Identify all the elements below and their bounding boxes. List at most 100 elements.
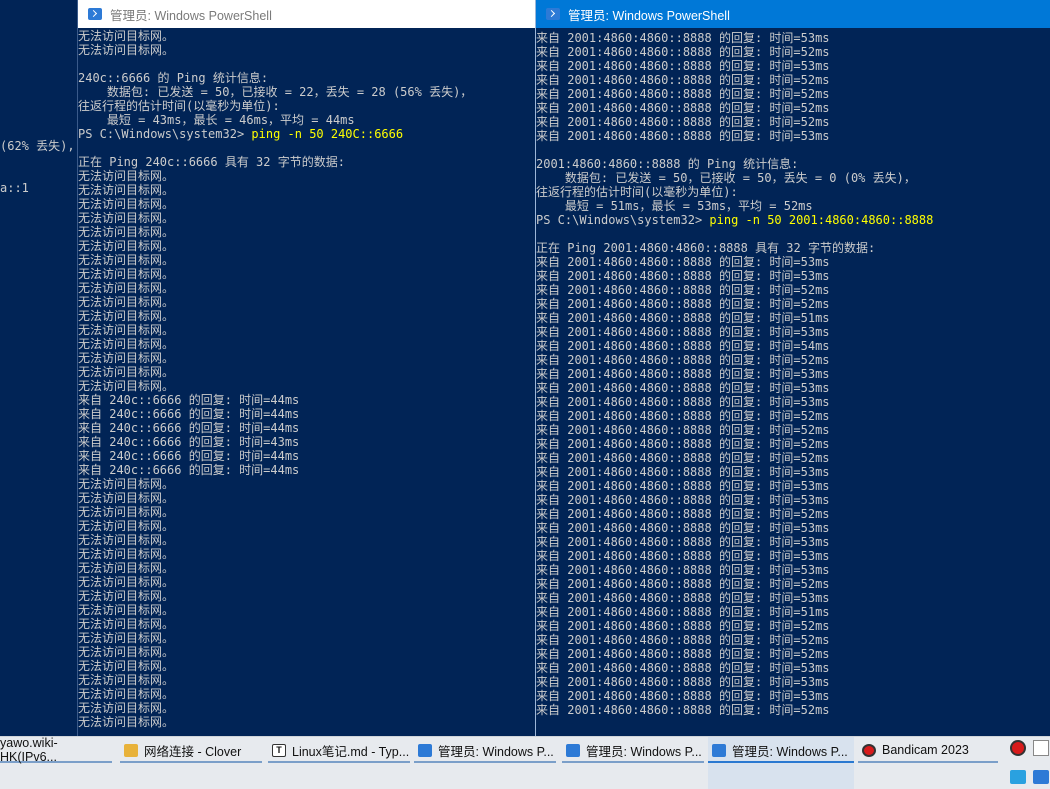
console-line: (62% 丢失), [0,139,75,153]
console-line-text: 来自 2001:4860:4860::8888 的回复: 时间=52ms [536,87,830,101]
record-tray-icon[interactable] [1010,740,1026,756]
window-titlebar[interactable]: 管理员: Windows PowerShell [78,0,536,28]
console-line: 无法访问目标网。 [78,169,536,183]
console-line: 来自 2001:4860:4860::8888 的回复: 时间=53ms [536,129,1050,143]
console-line-text: 往返行程的估计时间(以毫秒为单位): [78,99,280,113]
console-line-text: 最短 = 51ms，最长 = 53ms，平均 = 52ms [536,199,813,213]
console-line: 无法访问目标网。 [78,29,536,43]
console-line: 来自 2001:4860:4860::8888 的回复: 时间=53ms [536,689,1050,703]
console-line: 来自 2001:4860:4860::8888 的回复: 时间=53ms [536,59,1050,73]
console-line-text: 来自 2001:4860:4860::8888 的回复: 时间=53ms [536,59,830,73]
console-line-text: 无法访问目标网。 [78,547,175,561]
console-line-text: 来自 2001:4860:4860::8888 的回复: 时间=52ms [536,423,830,437]
console-line: 无法访问目标网。 [78,211,536,225]
taskbar-item-powershell-2[interactable]: 管理员: Windows P... [562,737,704,789]
console-line-text: 来自 2001:4860:4860::8888 的回复: 时间=53ms [536,549,830,563]
console-line-text: 无法访问目标网。 [78,645,175,659]
taskbar-item-powershell-3[interactable]: 管理员: Windows P... [708,737,854,789]
console-line: 无法访问目标网。 [78,43,536,57]
taskbar-item-powershell-1[interactable]: 管理员: Windows P... [414,737,556,789]
console-line-text: 来自 2001:4860:4860::8888 的回复: 时间=52ms [536,73,830,87]
taskbar-item-label: Bandicam 2023 [882,743,969,757]
console-line-text: 无法访问目标网。 [78,351,175,365]
console-line-text: 无法访问目标网。 [78,169,175,183]
console-line: 来自 2001:4860:4860::8888 的回复: 时间=52ms [536,409,1050,423]
console-line: 来自 2001:4860:4860::8888 的回复: 时间=53ms [536,255,1050,269]
console-line: 无法访问目标网。 [78,701,536,715]
console-line: 来自 2001:4860:4860::8888 的回复: 时间=53ms [536,591,1050,605]
console-line: 往返行程的估计时间(以毫秒为单位): [536,185,1050,199]
powershell-window-right[interactable]: 管理员: Windows PowerShell 来自 2001:4860:486… [535,0,1050,736]
console-line-text: 来自 240c::6666 的回复: 时间=44ms [78,463,300,477]
taskbar-item-browser[interactable]: yawo.wiki-HK(IPv6... [0,736,112,789]
console-line: 无法访问目标网。 [78,225,536,239]
console-line: 无法访问目标网。 [78,197,536,211]
console-line: 来自 2001:4860:4860::8888 的回复: 时间=52ms [536,437,1050,451]
console-line-text: 无法访问目标网。 [78,225,175,239]
console-line-text: 来自 2001:4860:4860::8888 的回复: 时间=53ms [536,31,830,45]
console-line-text: 无法访问目标网。 [78,659,175,673]
console-line-text: 来自 2001:4860:4860::8888 的回复: 时间=52ms [536,45,830,59]
console-line-text: 来自 2001:4860:4860::8888 的回复: 时间=53ms [536,129,830,143]
console-output[interactable]: 无法访问目标网。 无法访问目标网。 240c::6666 的 Ping 统计信息: … [78,29,536,729]
console-line-text: 无法访问目标网。 [78,267,175,281]
console-line: 来自 240c::6666 的回复: 时间=44ms [78,393,536,407]
console-line-text: 来自 2001:4860:4860::8888 的回复: 时间=52ms [536,577,830,591]
console-line-text: 最短 = 43ms，最长 = 46ms，平均 = 44ms [78,113,355,127]
console-line: 来自 2001:4860:4860::8888 的回复: 时间=53ms [536,661,1050,675]
console-line: 无法访问目标网。 [78,295,536,309]
taskbar-item-bandicam[interactable]: Bandicam 2023 [858,737,998,789]
powershell-icon [418,743,432,757]
tray-app-icon[interactable] [1033,770,1049,784]
powershell-window-left[interactable]: 管理员: Windows PowerShell 无法访问目标网。 无法访问目标网。… [77,0,536,736]
console-line-text: 无法访问目标网。 [78,477,175,491]
console-line: 240c::6666 的 Ping 统计信息: [78,71,536,85]
console-line: 来自 2001:4860:4860::8888 的回复: 时间=51ms [536,311,1050,325]
console-line: 来自 2001:4860:4860::8888 的回复: 时间=53ms [536,563,1050,577]
console-line: 无法访问目标网。 [78,505,536,519]
console-line-text: 无法访问目标网。 [78,673,175,687]
console-line-text: 来自 240c::6666 的回复: 时间=44ms [78,421,300,435]
powershell-icon [546,8,560,20]
console-line: 来自 2001:4860:4860::8888 的回复: 时间=53ms [536,493,1050,507]
console-output[interactable]: 来自 2001:4860:4860::8888 的回复: 时间=53ms 来自 2… [536,31,1050,717]
console-line-text: 正在 Ping 2001:4860:4860::8888 具有 32 字节的数据… [536,241,876,255]
tray-app-icon[interactable] [1033,740,1049,756]
console-line: 无法访问目标网。 [78,561,536,575]
console-line: 来自 2001:4860:4860::8888 的回复: 时间=52ms [536,101,1050,115]
bandicam-icon [862,743,876,757]
console-line: 来自 2001:4860:4860::8888 的回复: 时间=52ms [536,115,1050,129]
telegram-tray-icon[interactable] [1010,770,1026,784]
console-line: PS C:\Windows\system32> ping -n 50 240C:… [78,127,536,141]
console-line-text: 无法访问目标网。 [78,589,175,603]
console-line: 来自 2001:4860:4860::8888 的回复: 时间=52ms [536,507,1050,521]
console-line-text: 无法访问目标网。 [78,701,175,715]
console-line-text: 无法访问目标网。 [78,211,175,225]
console-line: 无法访问目标网。 [78,519,536,533]
console-line: 来自 2001:4860:4860::8888 的回复: 时间=52ms [536,45,1050,59]
console-line-text: 来自 2001:4860:4860::8888 的回复: 时间=53ms [536,535,830,549]
console-line: 无法访问目标网。 [78,267,536,281]
console-line-text: 无法访问目标网。 [78,183,175,197]
console-line: 来自 2001:4860:4860::8888 的回复: 时间=53ms [536,367,1050,381]
console-line-text: 无法访问目标网。 [78,43,175,57]
window-titlebar[interactable]: 管理员: Windows PowerShell [536,0,1050,28]
console-line: PS C:\Windows\system32> ping -n 50 2001:… [536,213,1050,227]
console-line-text: 来自 2001:4860:4860::8888 的回复: 时间=52ms [536,633,830,647]
console-line-text: 来自 2001:4860:4860::8888 的回复: 时间=53ms [536,563,830,577]
console-line-text: PS C:\Windows\system32> [78,127,252,141]
console-line: 来自 2001:4860:4860::8888 的回复: 时间=53ms [536,479,1050,493]
taskbar-item-label: yawo.wiki-HK(IPv6... [0,736,58,764]
console-line: 无法访问目标网。 [78,183,536,197]
console-line-text: 无法访问目标网。 [78,715,175,729]
taskbar-item-typora[interactable]: T Linux笔记.md - Typ... [268,737,410,789]
console-line: 来自 2001:4860:4860::8888 的回复: 时间=52ms [536,633,1050,647]
taskbar-item-network-connections[interactable]: 网络连接 - Clover [120,737,262,789]
console-line: 来自 2001:4860:4860::8888 的回复: 时间=52ms [536,297,1050,311]
